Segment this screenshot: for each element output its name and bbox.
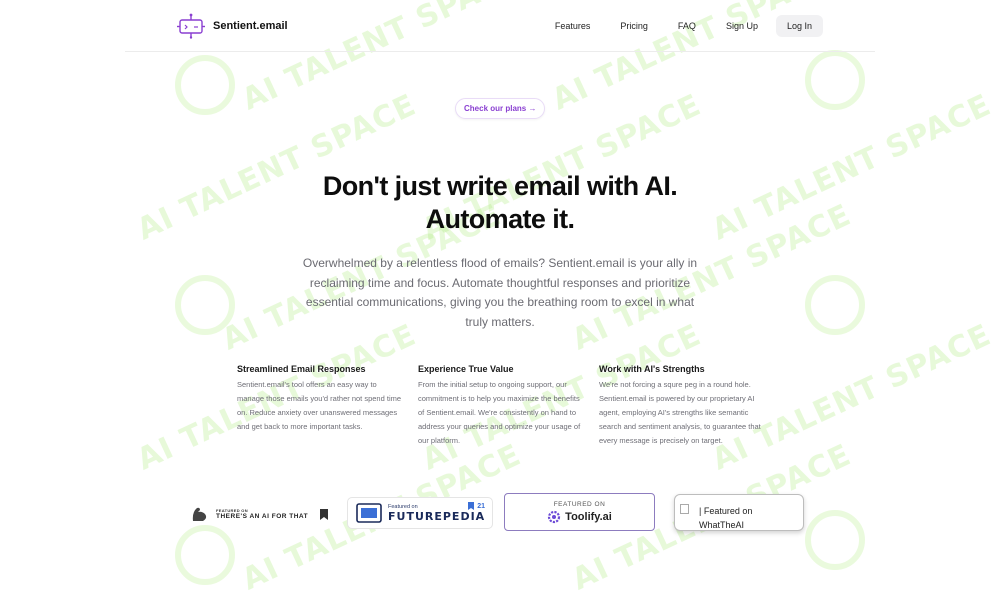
theresanaiforthat-badge[interactable]: FEATURED ON THERE'S AN AI FOR THAT bbox=[190, 500, 340, 528]
check-plans-button[interactable]: Check our plans → bbox=[455, 98, 546, 119]
feature-body: We're not forcing a squre peg in a round… bbox=[599, 380, 761, 445]
feature-card: Experience True Value From the initial s… bbox=[418, 364, 583, 448]
watermark-logo-icon bbox=[175, 525, 235, 585]
aift-text: FEATURED ON THERE'S AN AI FOR THAT bbox=[216, 508, 308, 520]
nav-pricing-link[interactable]: Pricing bbox=[620, 21, 648, 31]
hero-subtext: Overwhelmed by a relentless flood of ema… bbox=[302, 256, 698, 329]
nav-faq-link[interactable]: FAQ bbox=[678, 21, 696, 31]
feature-title: Experience True Value bbox=[418, 364, 514, 374]
futurepedia-big-label: FUTUREPEDIA bbox=[388, 509, 486, 523]
futurepedia-count: 21 bbox=[468, 502, 485, 510]
login-button[interactable]: Log In bbox=[775, 15, 823, 37]
aift-big-label: THERE'S AN AI FOR THAT bbox=[216, 513, 309, 520]
top-navbar: Sentient.email Features Pricing FAQ Sign… bbox=[125, 0, 875, 52]
broken-image-icon bbox=[680, 504, 689, 514]
futurepedia-badge[interactable]: Featured on FUTUREPEDIA 21 bbox=[347, 497, 493, 529]
headline-line-1: Don't just write email with AI. bbox=[322, 171, 678, 201]
whattheai-label: | Featured on WhatTheAI bbox=[699, 506, 753, 530]
nav-signup-link[interactable]: Sign Up bbox=[726, 21, 758, 31]
watermark-logo-icon bbox=[805, 50, 865, 110]
brand-name: Sentient.email bbox=[213, 20, 288, 32]
feature-body: Sentient.email's tool offers an easy way… bbox=[237, 380, 402, 431]
toolify-small-label: FEATURED ON bbox=[553, 501, 606, 508]
nav-links: Features Pricing FAQ Sign Up Log In bbox=[525, 15, 823, 37]
futurepedia-count-value: 21 bbox=[477, 502, 485, 510]
futurepedia-logo-icon bbox=[356, 503, 382, 523]
feature-card: Streamlined Email Responses Sentient.ema… bbox=[237, 364, 402, 434]
headline-line-2: Automate it. bbox=[425, 204, 575, 234]
watermark-logo-icon bbox=[175, 55, 235, 115]
nav-features-link[interactable]: Features bbox=[555, 21, 591, 31]
watermark-logo-icon bbox=[805, 275, 865, 335]
toolify-big-label: Toolify.ai bbox=[565, 511, 612, 523]
whattheai-badge[interactable]: | Featured on WhatTheAI bbox=[674, 494, 804, 531]
toolify-badge[interactable]: FEATURED ON Toolify.ai bbox=[504, 493, 655, 531]
watermark-logo-icon bbox=[805, 510, 865, 570]
robot-logo-icon bbox=[177, 13, 205, 39]
bookmark-icon bbox=[320, 508, 329, 520]
watermark-logo-icon bbox=[175, 275, 235, 335]
flexed-arm-icon bbox=[192, 507, 207, 521]
brand[interactable]: Sentient.email bbox=[177, 13, 288, 39]
feature-title: Work with AI's Strengths bbox=[599, 364, 705, 374]
hero-headline: Don't just write email with AI. Automate… bbox=[200, 170, 800, 236]
bookmark-icon bbox=[468, 502, 475, 510]
feature-title: Streamlined Email Responses bbox=[237, 364, 366, 374]
toolify-row: Toolify.ai bbox=[505, 510, 654, 524]
toolify-gear-icon bbox=[548, 510, 561, 524]
feature-body: From the initial setup to ongoing suppor… bbox=[418, 380, 581, 445]
feature-card: Work with AI's Strengths We're not forci… bbox=[599, 364, 764, 448]
